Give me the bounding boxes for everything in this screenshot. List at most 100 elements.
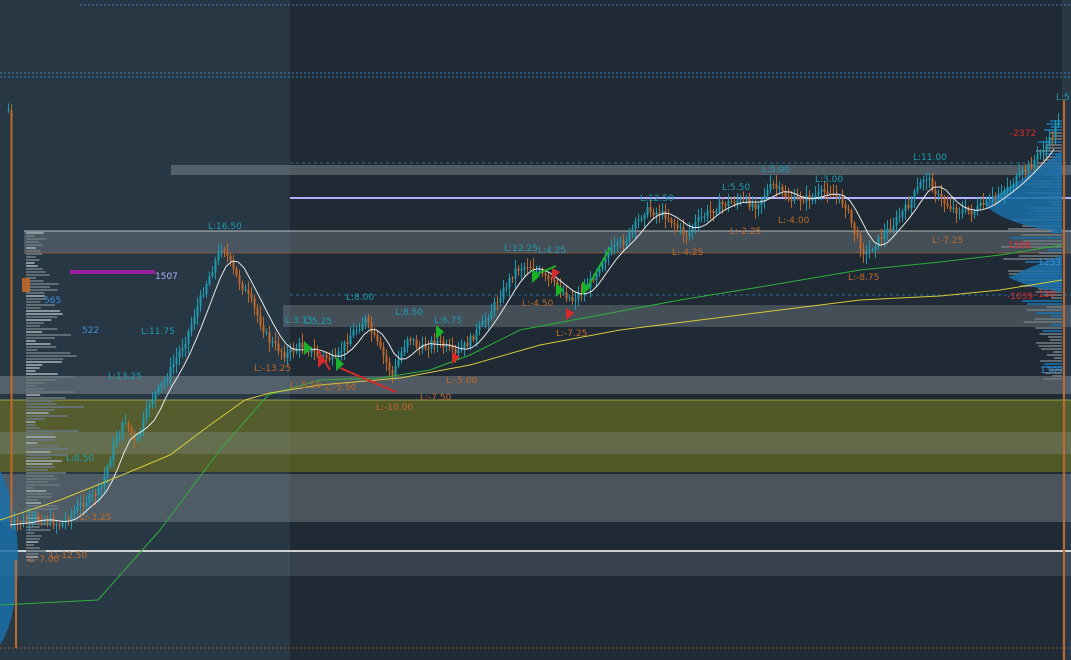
candle-body (973, 211, 976, 215)
profile-bar (26, 454, 67, 456)
candle (955, 204, 958, 223)
candle (700, 207, 703, 223)
candle-body (793, 195, 796, 201)
candle-body (946, 203, 949, 206)
candle-body (865, 251, 868, 255)
candle-body (466, 343, 469, 346)
profile-bar (26, 337, 55, 339)
candle-body (577, 293, 580, 300)
profile-bar (1044, 363, 1062, 365)
profile-bar (26, 379, 57, 381)
candle (397, 350, 400, 369)
trading-chart[interactable]: L:16.50 L:11.75 L:13.25 L:8.50 L:-13.25 L:3.7… (0, 0, 1071, 660)
candle-body (1021, 169, 1024, 173)
candle (898, 207, 901, 223)
candle-body (328, 357, 331, 360)
sell-signal-icon (552, 268, 560, 280)
zone-band-5 (0, 432, 1071, 454)
candle-body (163, 380, 166, 384)
candle (790, 190, 793, 208)
candle (949, 197, 952, 212)
profile-bar (26, 301, 41, 303)
candle-body (115, 439, 118, 444)
candle-body (1003, 190, 1006, 195)
candle-body (322, 354, 325, 356)
candle-body (571, 297, 574, 302)
profile-bar (26, 319, 52, 321)
candle (346, 333, 349, 352)
candle-body (343, 342, 346, 352)
candle (646, 201, 649, 219)
candle-body (247, 289, 250, 294)
candle-body (241, 283, 244, 290)
candle-body (880, 236, 883, 239)
candle (652, 208, 655, 219)
candle-body (748, 198, 751, 207)
profile-value-label: 522 (82, 326, 99, 336)
candle (661, 203, 664, 220)
annotation-label: L:-4.50 (522, 299, 554, 309)
profile-bar (1053, 357, 1062, 359)
candle-body (907, 204, 910, 209)
candle (517, 264, 520, 276)
candle-body (643, 215, 646, 219)
profile-bar (26, 424, 36, 426)
candle-body (715, 211, 718, 214)
candle (400, 347, 403, 364)
candle-body (952, 207, 955, 209)
annotation-label: L:-12.50 (50, 551, 87, 561)
profile-bar (26, 358, 64, 360)
profile-bar (1045, 144, 1062, 146)
annotation-label: L:-7.50 (420, 393, 452, 403)
candle-body (697, 217, 700, 223)
profile-bar (26, 403, 57, 405)
candle (523, 262, 526, 278)
candle-body (427, 348, 430, 350)
candle-body (790, 199, 793, 201)
profile-bar (26, 469, 48, 471)
candle-body (157, 385, 160, 393)
candle-body (682, 227, 685, 235)
chart-canvas[interactable]: L:16.50L:11.75L:13.25L:8.50L:-13.25L:3.7… (0, 0, 1071, 660)
candle-body (535, 270, 538, 272)
candle-body (67, 519, 70, 521)
candle (832, 184, 835, 197)
profile-bar (26, 502, 42, 504)
candle-body (1054, 125, 1057, 138)
candle-body (754, 203, 757, 209)
candle (922, 175, 925, 191)
profile-bar (1043, 378, 1062, 380)
candle-body (409, 339, 412, 341)
candle-body (1039, 152, 1042, 154)
candle-body (475, 329, 478, 340)
candle (982, 193, 985, 210)
candle (667, 209, 670, 223)
candle-body (478, 324, 481, 330)
profile-bar (1046, 354, 1062, 356)
candle-body (34, 516, 37, 518)
candle-body (499, 298, 502, 303)
candle-body (808, 195, 811, 201)
candle (406, 336, 409, 353)
candle-body (835, 194, 838, 197)
candle-body (244, 289, 247, 291)
candle (754, 198, 757, 219)
annotation-label: L:11.00 (913, 153, 947, 163)
candle-body (274, 341, 277, 344)
candle-body (991, 195, 994, 199)
profile-bar (26, 421, 36, 423)
candle-body (751, 203, 754, 207)
profile-bar (26, 370, 36, 372)
candle-body (301, 342, 304, 349)
candle (670, 217, 673, 228)
candle (913, 188, 916, 208)
candle-body (154, 392, 157, 400)
candle-body (979, 202, 982, 207)
candle-body (481, 320, 484, 325)
profile-bar (1036, 342, 1062, 344)
profile-bar (26, 484, 61, 486)
profile-bar (26, 310, 60, 312)
profile-bar (1039, 360, 1062, 362)
candle (760, 196, 763, 214)
candle-body (493, 302, 496, 312)
